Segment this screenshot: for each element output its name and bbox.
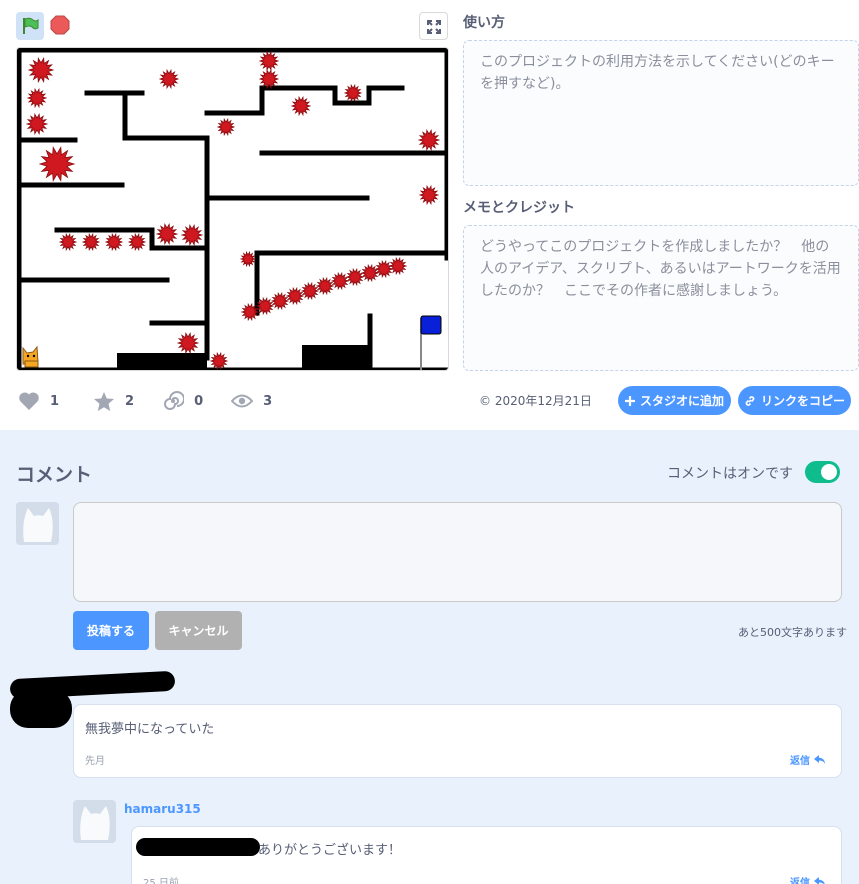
reply-time: 25 日前 xyxy=(143,878,179,884)
spike-enemy xyxy=(315,276,335,296)
comments-title: コメント xyxy=(16,464,93,486)
spike-enemy xyxy=(127,232,147,252)
notes-textarea[interactable]: どうやってこのプロジェクトを作成しましたか？ 他の人のアイデア、スクリプト、ある… xyxy=(463,225,859,371)
view-stat: 3 xyxy=(231,393,272,409)
spike-enemy xyxy=(343,83,363,103)
favorite-count: 2 xyxy=(125,393,135,409)
spike-enemy xyxy=(290,95,312,117)
stop-icon[interactable] xyxy=(50,15,70,35)
reply-label: 返信 xyxy=(790,756,810,767)
cancel-button[interactable]: キャンセル xyxy=(155,611,242,650)
reply-arrow-icon xyxy=(814,876,825,884)
love-count: 1 xyxy=(50,393,60,409)
remix-stat: 0 xyxy=(162,390,203,412)
comment-time: 先月 xyxy=(85,756,105,767)
reply-button[interactable]: 返信 xyxy=(790,752,826,767)
spike-enemy xyxy=(270,291,290,311)
spike-enemy xyxy=(155,223,179,245)
spike-enemy xyxy=(180,224,204,246)
fullscreen-button[interactable] xyxy=(419,12,448,40)
spike-enemy xyxy=(285,286,305,306)
comment-bubble xyxy=(73,704,842,778)
spike-enemy xyxy=(417,129,441,151)
spike-enemy xyxy=(81,232,101,252)
notes-title: メモとクレジット xyxy=(463,200,575,216)
add-to-studio-label: スタジオに追加 xyxy=(639,394,724,408)
reply-label: 返信 xyxy=(790,878,810,884)
post-button[interactable]: 投稿する xyxy=(73,611,149,650)
spike-enemy xyxy=(258,68,280,90)
spike-enemy xyxy=(345,267,365,287)
spike-enemy xyxy=(26,87,48,109)
instructions-title: 使い方 xyxy=(463,15,505,31)
green-flag-button[interactable] xyxy=(16,12,44,40)
spike-enemy xyxy=(209,351,229,370)
spike-enemy xyxy=(360,263,380,283)
star-icon xyxy=(94,391,115,411)
project-stats: 1 2 0 3 xyxy=(18,390,296,412)
remaining-chars: あと500文字あります xyxy=(738,626,847,639)
add-to-studio-button[interactable]: スタジオに追加 xyxy=(618,386,731,415)
avatar[interactable] xyxy=(16,502,59,545)
eye-icon xyxy=(231,394,254,408)
spike-enemy xyxy=(38,146,76,182)
spike-enemy xyxy=(25,113,49,135)
spike-enemy xyxy=(216,117,236,137)
reply-avatar[interactable] xyxy=(73,800,116,843)
reply-arrow-icon xyxy=(814,754,825,764)
maze-block xyxy=(302,345,372,370)
scratch-cat-sprite xyxy=(22,345,39,368)
reply-button[interactable]: 返信 xyxy=(790,874,826,884)
favorite-stat[interactable]: 2 xyxy=(93,391,134,412)
spike-enemy xyxy=(104,232,124,252)
love-stat[interactable]: 1 xyxy=(18,391,59,411)
spike-enemy xyxy=(58,232,78,252)
remix-icon xyxy=(164,391,185,410)
comment-input[interactable] xyxy=(73,502,842,602)
heart-icon xyxy=(19,392,39,410)
spike-enemy xyxy=(330,271,350,291)
redacted-avatar xyxy=(10,690,72,728)
spike-enemy xyxy=(258,50,280,72)
copy-link-button[interactable]: リンクをコピー xyxy=(738,386,851,415)
reply-username[interactable]: hamaru315 xyxy=(124,802,201,816)
spike-enemy xyxy=(300,281,320,301)
maze-block xyxy=(117,353,207,370)
toggle-knob xyxy=(821,464,837,480)
spike-enemy xyxy=(388,256,408,276)
remix-count: 0 xyxy=(194,393,204,409)
goal-flag xyxy=(420,315,442,335)
project-date: © 2020年12月21日 xyxy=(479,394,592,408)
spike-enemy xyxy=(418,184,440,206)
comments-toggle-label: コメントはオンです xyxy=(667,466,793,482)
scratch-cat-icon xyxy=(80,806,110,840)
plus-icon xyxy=(624,395,635,406)
maze-game-canvas xyxy=(17,48,448,370)
scratch-cat-icon xyxy=(23,508,53,542)
green-flag-icon xyxy=(23,17,39,34)
spike-enemy xyxy=(239,250,257,268)
spike-enemy xyxy=(158,68,180,90)
redacted-mention xyxy=(136,838,260,856)
reply-text: ありがとうございます！ xyxy=(258,843,402,858)
spike-enemy xyxy=(374,259,394,279)
comment-text: 無我夢中になっていた xyxy=(85,722,215,737)
comments-toggle[interactable] xyxy=(805,461,840,483)
link-icon xyxy=(745,395,755,406)
instructions-textarea[interactable]: このプロジェクトの利用方法を示してください(どのキーを押すなど)。 xyxy=(463,40,859,186)
copy-link-label: リンクをコピー xyxy=(760,394,845,408)
project-stage[interactable] xyxy=(16,47,449,371)
spike-enemy xyxy=(176,332,200,354)
spike-enemy xyxy=(27,57,55,83)
view-count: 3 xyxy=(263,393,273,409)
fullscreen-icon xyxy=(427,20,441,34)
